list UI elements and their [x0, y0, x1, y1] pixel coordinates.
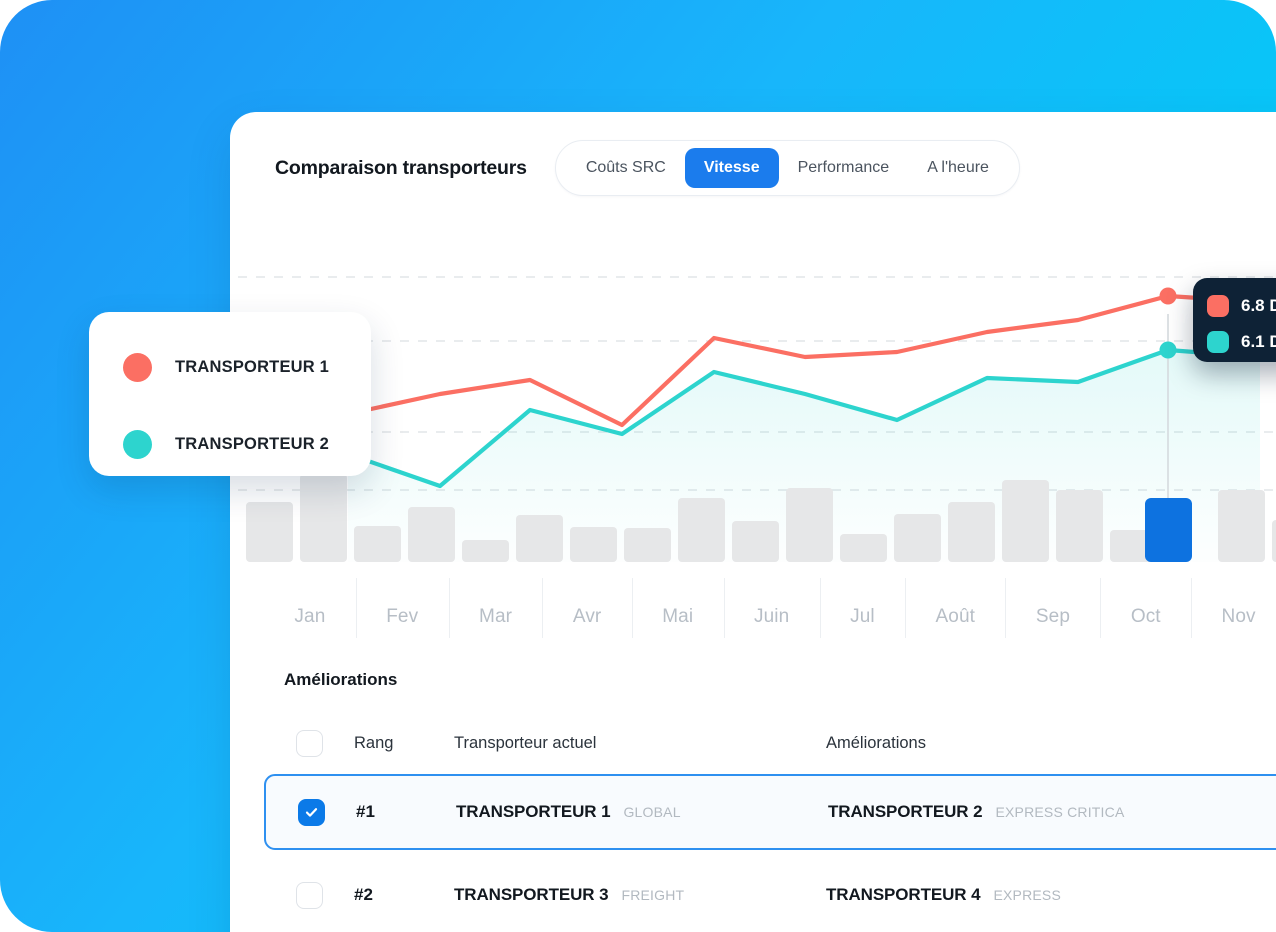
- legend-label: TRANSPORTEUR 2: [175, 434, 330, 453]
- legend-item-transporteur-2[interactable]: TRANSPORTEUR 2: [123, 419, 371, 469]
- column-header-current: Transporteur actuel: [454, 733, 597, 752]
- legend-label: TRANSPORTEUR 1: [175, 357, 330, 376]
- page-title: Comparaison transporteurs: [275, 156, 527, 179]
- tooltip-row-series-1: 6.8 D: [1207, 292, 1276, 320]
- series-1-hover-dot: [1159, 287, 1177, 305]
- month-label-aout[interactable]: Août: [905, 578, 1005, 650]
- card-header: Comparaison transporteurs Coûts SRC Vite…: [230, 112, 1276, 224]
- metric-tab-group: Coûts SRC Vitesse Performance A l'heure: [554, 140, 1020, 196]
- tooltip-value: 6.1 D: [1241, 332, 1276, 351]
- tab-vitesse[interactable]: Vitesse: [684, 148, 779, 188]
- table-row[interactable]: #2 TRANSPORTEUR 3 FREIGHT TRANSPORTEUR 4…: [264, 864, 1276, 926]
- month-label-juin[interactable]: Juin: [723, 578, 820, 650]
- month-label-sep[interactable]: Sep: [1005, 578, 1100, 650]
- tooltip-row-series-2: 6.1 D: [1207, 328, 1276, 356]
- select-all-checkbox[interactable]: [295, 729, 323, 757]
- month-axis: Jan Fev Mar Avr Mai Juin Jul Août Sep Oc…: [264, 578, 1276, 650]
- month-label-mar[interactable]: Mar: [448, 578, 543, 650]
- column-header-improvements: Améliorations: [826, 733, 926, 752]
- table-header-row: Rang Transporteur actuel Améliorations: [264, 712, 1276, 774]
- tab-a-lheure[interactable]: A l'heure: [908, 148, 1008, 188]
- select-all-cell: [264, 729, 354, 757]
- chart-legend-card: TRANSPORTEUR 1 TRANSPORTEUR 2: [89, 312, 371, 476]
- row-checkbox[interactable]: [297, 798, 325, 826]
- improvements-section-title: Améliorations: [284, 670, 398, 689]
- row-improved-carrier: TRANSPORTEUR 2 EXPRESS CRITICA: [828, 802, 1276, 822]
- month-label-nov[interactable]: Nov: [1191, 578, 1276, 650]
- carrier-badge: EXPRESS: [993, 887, 1061, 903]
- legend-dot-icon: [123, 352, 152, 382]
- speed-comparison-chart[interactable]: [230, 262, 1276, 622]
- chart-hover-tooltip: 6.8 D 6.1 D: [1193, 278, 1276, 362]
- month-label-avr[interactable]: Avr: [542, 578, 631, 650]
- tab-performance[interactable]: Performance: [779, 148, 909, 188]
- row-improved-carrier: TRANSPORTEUR 4 EXPRESS: [826, 885, 1276, 905]
- carrier-name: TRANSPORTEUR 1: [456, 802, 611, 821]
- highlighted-bar-oct: [1145, 498, 1192, 562]
- month-label-jul[interactable]: Jul: [819, 578, 905, 650]
- carrier-name: TRANSPORTEUR 4: [826, 885, 981, 904]
- legend-dot-icon: [123, 429, 152, 459]
- check-icon: [305, 807, 317, 817]
- improvements-table: Rang Transporteur actuel Améliorations #…: [264, 712, 1276, 926]
- table-row[interactable]: #1 TRANSPORTEUR 1 GLOBAL TRANSPORTEUR 2 …: [264, 774, 1276, 850]
- row-rank: #1: [356, 802, 375, 821]
- chart-svg: [238, 276, 1276, 562]
- legend-item-transporteur-1[interactable]: TRANSPORTEUR 1: [123, 342, 371, 392]
- row-current-carrier: TRANSPORTEUR 1 GLOBAL: [456, 802, 828, 822]
- row-current-carrier: TRANSPORTEUR 3 FREIGHT: [454, 885, 826, 905]
- row-rank: #2: [354, 885, 373, 904]
- carrier-badge: GLOBAL: [623, 804, 681, 820]
- month-label-oct[interactable]: Oct: [1100, 578, 1191, 650]
- carrier-name: TRANSPORTEUR 2: [828, 802, 983, 821]
- row-select-cell: [266, 798, 356, 826]
- tooltip-swatch-icon: [1207, 331, 1229, 353]
- month-label-jan[interactable]: Jan: [264, 584, 356, 650]
- month-label-fev[interactable]: Fev: [355, 578, 449, 650]
- carrier-badge: EXPRESS CRITICA: [995, 804, 1125, 820]
- tooltip-value: 6.8 D: [1241, 296, 1276, 315]
- carrier-comparison-card: Comparaison transporteurs Coûts SRC Vite…: [230, 112, 1276, 932]
- tooltip-swatch-icon: [1207, 295, 1229, 317]
- carrier-badge: FREIGHT: [621, 887, 685, 903]
- month-label-mai[interactable]: Mai: [631, 578, 724, 650]
- tab-couts-src[interactable]: Coûts SRC: [567, 148, 685, 188]
- series-2-hover-dot: [1159, 341, 1177, 359]
- screenshot-root: Comparaison transporteurs Coûts SRC Vite…: [0, 0, 1276, 932]
- carrier-name: TRANSPORTEUR 3: [454, 885, 609, 904]
- row-checkbox[interactable]: [295, 881, 323, 909]
- column-header-rang: Rang: [354, 733, 394, 752]
- row-select-cell: [264, 881, 354, 909]
